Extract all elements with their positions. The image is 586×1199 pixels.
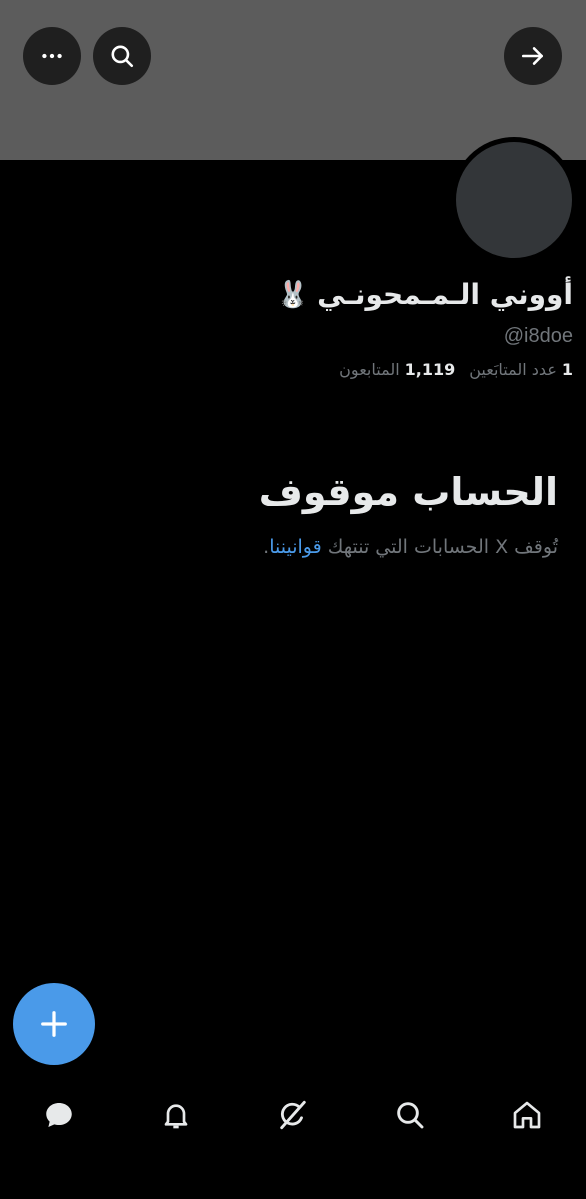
avatar-frame — [451, 137, 577, 263]
rules-link[interactable]: قوانيننا — [269, 536, 321, 558]
profile-stats: 1 عدد المتابَعين 1,119 المتابعون — [339, 360, 573, 379]
bell-icon — [164, 1104, 188, 1129]
bottom-navigation — [0, 1075, 586, 1155]
plus-icon — [41, 1011, 67, 1037]
followers-stat[interactable]: 1,119 المتابعون — [339, 360, 455, 379]
followers-count: 1,119 — [404, 360, 456, 379]
ellipsis-icon — [42, 53, 62, 59]
followers-label: المتابعون — [339, 360, 400, 379]
search-icon — [397, 1102, 424, 1129]
grok-icon — [280, 1100, 306, 1130]
nav-search[interactable] — [380, 1085, 440, 1145]
compose-button[interactable] — [13, 983, 95, 1065]
suspended-description-text: تُوقف X الحسابات التي تنتهك — [327, 536, 558, 558]
display-name: أووني الـمـمحونـي — [317, 278, 573, 311]
arrow-right-icon — [521, 47, 543, 65]
more-options-button[interactable] — [23, 27, 81, 85]
profile-banner — [0, 0, 586, 160]
suspended-description: تُوقف X الحسابات التي تنتهك قوانيننا. — [263, 536, 558, 558]
forward-button[interactable] — [504, 27, 562, 85]
avatar[interactable] — [456, 142, 572, 258]
nav-home[interactable] — [497, 1085, 557, 1145]
home-icon — [514, 1101, 541, 1129]
display-name-row: أووني الـمـمحونـي 🐰 — [277, 278, 573, 311]
user-handle: @i8doe — [503, 325, 573, 347]
nav-messages[interactable] — [29, 1085, 89, 1145]
search-icon — [111, 45, 134, 68]
nav-grok[interactable] — [263, 1085, 323, 1145]
profile-page: أووني الـمـمحونـي 🐰 @i8doe 1 عدد المتابَ… — [0, 0, 586, 1199]
bunny-emoji: 🐰 — [276, 279, 310, 310]
following-stat[interactable]: 1 عدد المتابَعين — [469, 360, 573, 379]
following-count: 1 — [561, 360, 573, 379]
nav-notifications[interactable] — [146, 1085, 206, 1145]
suspended-title: الحساب موقوف — [258, 470, 558, 514]
following-label: عدد المتابَعين — [469, 360, 557, 379]
messages-icon — [45, 1102, 72, 1128]
search-button[interactable] — [93, 27, 151, 85]
